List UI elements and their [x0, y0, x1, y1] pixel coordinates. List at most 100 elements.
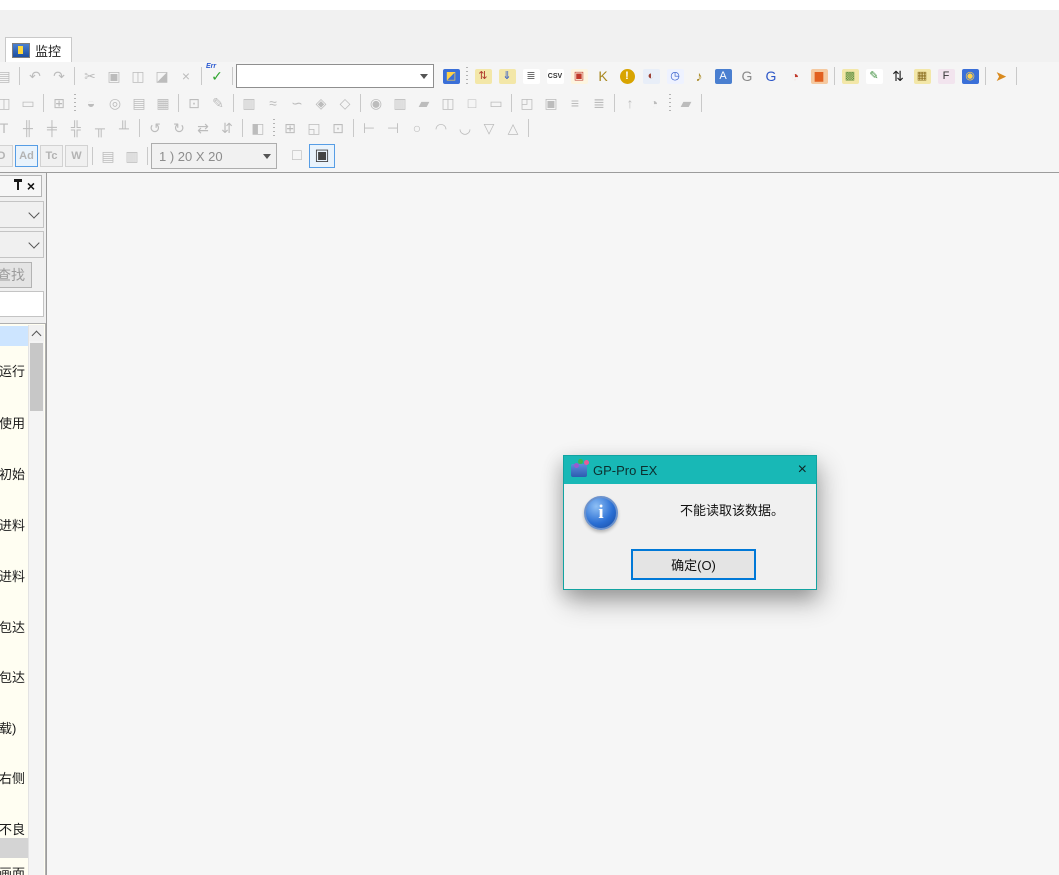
preview-icon[interactable]: ◩: [439, 65, 463, 87]
touch-icon[interactable]: ↑: [618, 92, 642, 114]
list-item[interactable]: 包达: [0, 616, 29, 636]
schedule-icon[interactable]: ◔: [783, 65, 807, 87]
align-center-icon[interactable]: ╪: [40, 117, 64, 139]
align-bottom-icon[interactable]: ╨: [112, 117, 136, 139]
date-icon[interactable]: ▦: [151, 92, 175, 114]
project-settings-icon[interactable]: ≣: [519, 65, 543, 87]
alarm-list-icon[interactable]: ≡: [563, 92, 587, 114]
badge-d[interactable]: D: [0, 145, 13, 167]
transfer-send-icon[interactable]: ⇅: [471, 65, 495, 87]
movie-player-icon[interactable]: ▰: [412, 92, 436, 114]
sketch-icon[interactable]: ✎: [206, 92, 230, 114]
sound-icon[interactable]: ♪: [687, 65, 711, 87]
switch-icon[interactable]: ◒: [79, 92, 103, 114]
cut-icon[interactable]: ✂: [78, 65, 102, 87]
remote-monitor-icon[interactable]: □: [460, 92, 484, 114]
parts-icon[interactable]: ◫: [0, 92, 16, 114]
copy-icon[interactable]: ▣: [102, 65, 126, 87]
align-right-icon[interactable]: ╬: [64, 117, 88, 139]
error-check-icon[interactable]: ✓Err: [205, 65, 229, 87]
list-scrollbar[interactable]: [28, 325, 44, 875]
panel-close-icon[interactable]: ×: [27, 179, 35, 193]
window-icon[interactable]: ◰: [515, 92, 539, 114]
camera-icon[interactable]: ▰: [674, 92, 698, 114]
redo-icon[interactable]: ↷: [47, 65, 71, 87]
tab-monitor[interactable]: 监控: [5, 37, 72, 62]
align-left-icon[interactable]: ╫: [16, 117, 40, 139]
picture-display-icon[interactable]: ▭: [484, 92, 508, 114]
key-icon[interactable]: K: [591, 65, 615, 87]
badge-w[interactable]: W: [65, 145, 88, 167]
text-table-icon[interactable]: A: [711, 65, 735, 87]
frame-outline-icon[interactable]: □: [285, 145, 309, 167]
search-combo[interactable]: [236, 64, 434, 88]
list-item[interactable]: 右侧: [0, 767, 29, 787]
text-tool-icon[interactable]: T: [0, 117, 16, 139]
memo-icon[interactable]: ✎: [862, 65, 886, 87]
logic-monitor-icon[interactable]: ◉: [958, 65, 982, 87]
updown-transfer-icon[interactable]: ⇅: [886, 65, 910, 87]
list-item[interactable]: 使用: [0, 412, 29, 432]
flip-horizontal-icon[interactable]: ⇄: [191, 117, 215, 139]
delete-icon[interactable]: ×: [174, 65, 198, 87]
screen-size-combo[interactable]: 1 ) 20 X 20: [151, 143, 277, 169]
convert-icon[interactable]: ◱: [302, 117, 326, 139]
trend-graph-icon[interactable]: ∽: [285, 92, 309, 114]
dial-icon[interactable]: ◔: [642, 92, 666, 114]
group-icon[interactable]: ◧: [246, 117, 270, 139]
counter-up-icon[interactable]: △: [501, 117, 525, 139]
screen-change-icon[interactable]: ▭: [16, 92, 40, 114]
screen-color-icon[interactable]: ▆: [807, 65, 831, 87]
list-item[interactable]: 进料: [0, 565, 29, 585]
frame-double-icon[interactable]: ▣: [309, 144, 335, 168]
switch-open-icon[interactable]: ⊢: [357, 117, 381, 139]
scrollbar-thumb[interactable]: [30, 343, 43, 411]
list-item[interactable]: 不良: [0, 818, 29, 838]
movie-icon[interactable]: ▦: [910, 65, 934, 87]
panel-combo-1[interactable]: [0, 201, 44, 228]
copy-screens-icon[interactable]: ▣: [567, 65, 591, 87]
dialog-close-icon[interactable]: ×: [798, 462, 807, 478]
counter-down-icon[interactable]: ▽: [477, 117, 501, 139]
brush-icon[interactable]: ➤: [989, 65, 1013, 87]
rotate-right-icon[interactable]: ↻: [167, 117, 191, 139]
compass-icon[interactable]: ◇: [333, 92, 357, 114]
clock-icon[interactable]: ◷: [663, 65, 687, 87]
switch-close-icon[interactable]: ⊣: [381, 117, 405, 139]
language-settings-icon[interactable]: G: [759, 65, 783, 87]
list-item[interactable]: 画面: [0, 862, 29, 875]
graphic-display-icon[interactable]: ◫: [436, 92, 460, 114]
scroll-up-button[interactable]: [29, 325, 44, 341]
table-icon[interactable]: ⊞: [47, 92, 71, 114]
work-area[interactable]: [46, 172, 1059, 875]
list-item[interactable]: 载): [0, 717, 29, 737]
list-item[interactable]: 运行: [0, 360, 29, 380]
lamp-icon[interactable]: ◎: [103, 92, 127, 114]
bar-graph-icon[interactable]: ▥: [237, 92, 261, 114]
animation-icon[interactable]: ⊞: [278, 117, 302, 139]
timer-up-icon[interactable]: ◠: [429, 117, 453, 139]
coil-icon[interactable]: ○: [405, 117, 429, 139]
transfer-receive-icon[interactable]: ⇓: [495, 65, 519, 87]
flip-vertical-icon[interactable]: ⇵: [215, 117, 239, 139]
list-item[interactable]: 进料: [0, 514, 29, 534]
search-input[interactable]: [0, 291, 44, 317]
list-item[interactable]: 包达: [0, 666, 29, 686]
csv-export-icon[interactable]: CSV: [543, 65, 567, 87]
data-display-icon[interactable]: ▥: [388, 92, 412, 114]
comment-icon[interactable]: ▤: [96, 145, 120, 167]
parts-id-icon[interactable]: ⊡: [326, 117, 350, 139]
find-button[interactable]: 查找: [0, 262, 32, 288]
special-window-icon[interactable]: ▣: [539, 92, 563, 114]
undo-icon[interactable]: ↶: [23, 65, 47, 87]
language-check-icon[interactable]: G: [735, 65, 759, 87]
pin-icon[interactable]: [17, 182, 19, 190]
list-item[interactable]: [0, 838, 29, 858]
align-top-icon[interactable]: ╥: [88, 117, 112, 139]
panel-combo-2[interactable]: [0, 231, 44, 258]
meter-icon[interactable]: ◈: [309, 92, 333, 114]
package-icon[interactable]: ▩: [838, 65, 862, 87]
timer-down-icon[interactable]: ◡: [453, 117, 477, 139]
password-icon[interactable]: !: [615, 65, 639, 87]
print-icon[interactable]: ▥: [120, 145, 144, 167]
